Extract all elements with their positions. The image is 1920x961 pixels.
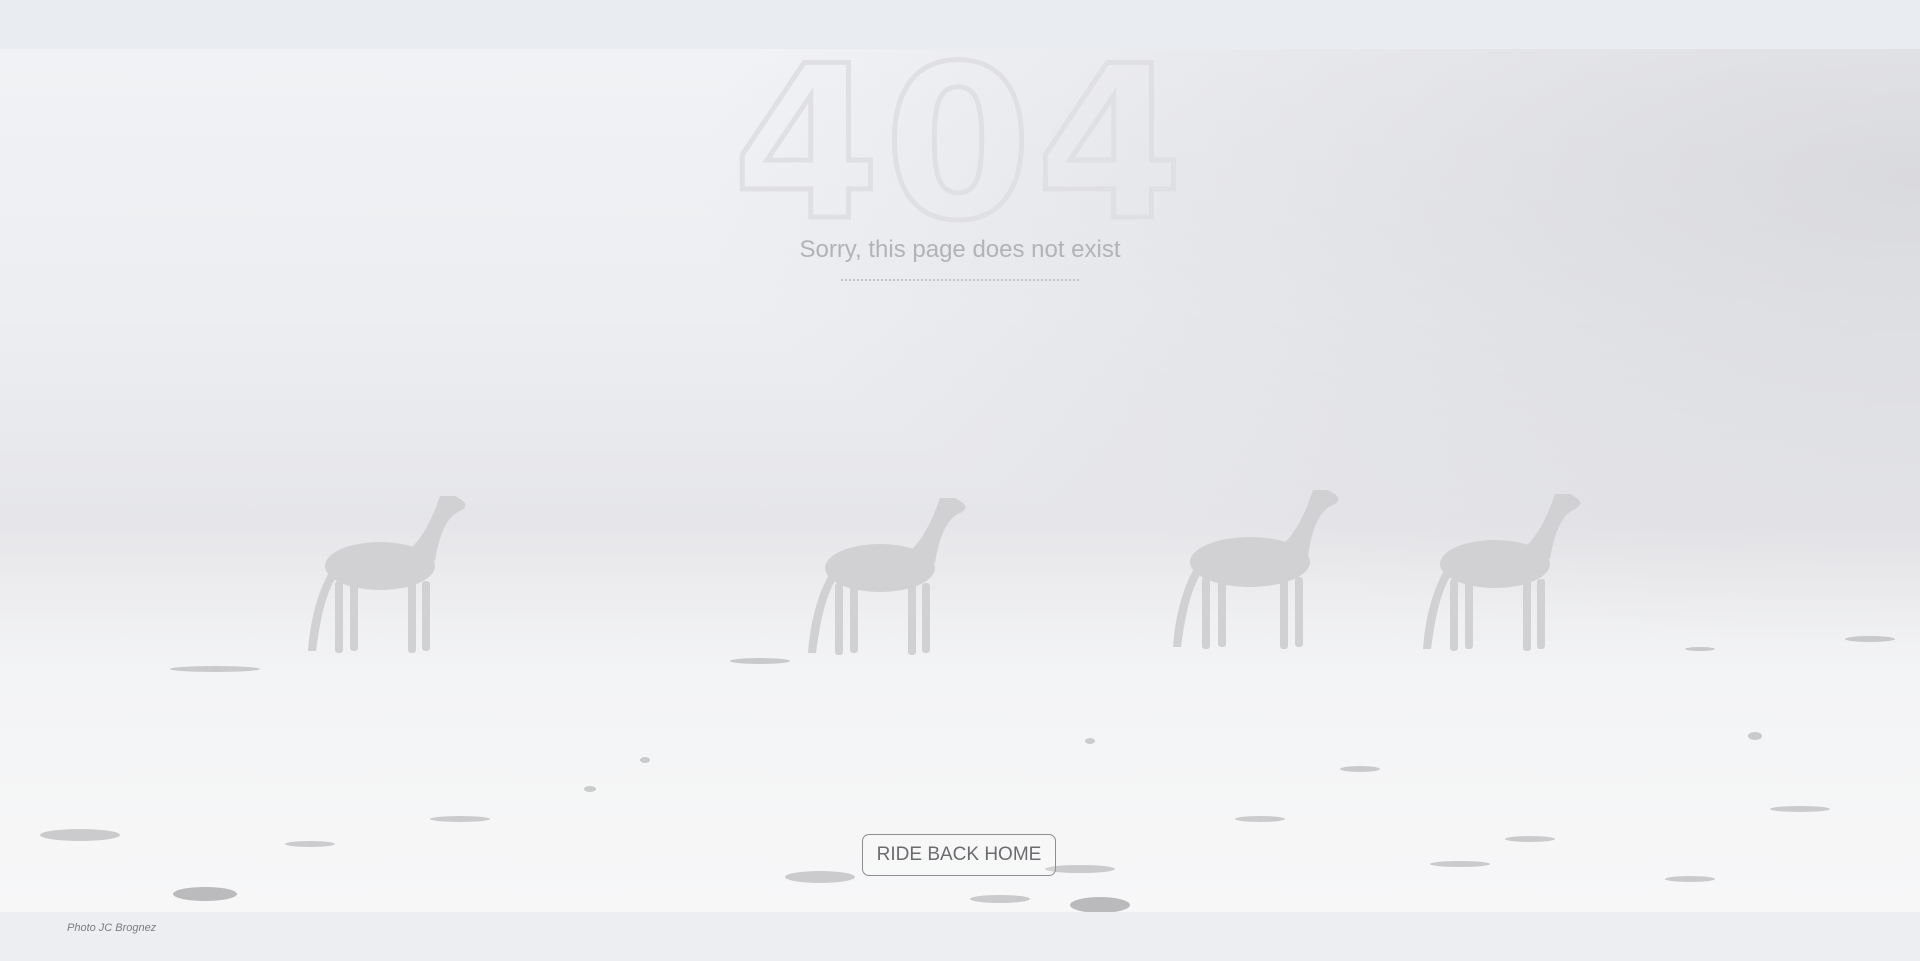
- photo-credit: Photo JC Brognez: [67, 922, 157, 934]
- horse-silhouette: [808, 498, 966, 655]
- footer-bar: [0, 912, 1920, 961]
- ride-back-home-button[interactable]: RIDE BACK HOME: [862, 834, 1056, 876]
- horse-silhouette: [308, 496, 466, 653]
- horse-silhouette: [1423, 494, 1581, 651]
- horse-silhouettes: [308, 490, 1581, 655]
- message-underline: [841, 279, 1079, 281]
- horse-silhouette: [1173, 490, 1339, 649]
- error-code-heading: 404: [730, 20, 1188, 267]
- error-message: Sorry, this page does not exist: [799, 236, 1121, 263]
